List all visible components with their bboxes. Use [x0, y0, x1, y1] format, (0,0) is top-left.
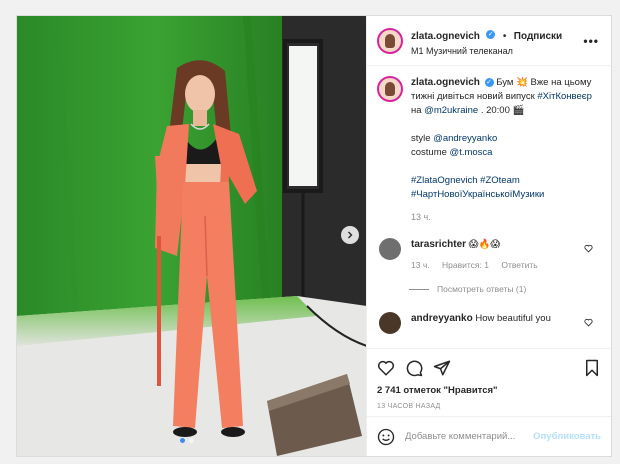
mention-link[interactable]: @m2ukraine — [424, 105, 478, 116]
publish-button[interactable]: Опубликовать — [533, 431, 601, 442]
avatar[interactable] — [379, 312, 401, 334]
post-side-panel: zlata.ognevich ✓ • Подписки M1 Музичний … — [366, 16, 611, 456]
caption-text: style — [411, 133, 431, 144]
heart-icon[interactable] — [584, 318, 593, 327]
mention-link[interactable]: @t.mosca — [450, 147, 493, 158]
view-replies-label: Посмотреть ответы (1) — [437, 284, 527, 294]
hashtag-link[interactable]: #ЧартНовоїУкраїнськоїМузики — [411, 189, 544, 200]
avatar[interactable] — [377, 27, 403, 54]
photo-scene — [17, 16, 366, 456]
caption-text: . 20:00 🎬 — [480, 105, 525, 116]
caption-text: на — [411, 105, 422, 116]
separator-dot: • — [502, 30, 507, 42]
verified-icon: ✓ — [484, 77, 494, 87]
comment-likes[interactable]: Нравится: 1 — [442, 260, 489, 270]
post-card: zlata.ognevich ✓ • Подписки M1 Музичний … — [16, 15, 612, 457]
avatar[interactable] — [377, 76, 403, 102]
reply-button[interactable]: Ответить — [501, 260, 537, 270]
comment-username[interactable]: andreyyanko — [411, 313, 473, 324]
share-icon[interactable] — [433, 359, 451, 377]
caption-username[interactable]: zlata.ognevich — [411, 77, 480, 88]
username[interactable]: zlata.ognevich — [411, 31, 480, 42]
post-photo[interactable] — [17, 16, 366, 456]
comment-username[interactable]: tarasrichter — [411, 239, 466, 250]
add-comment-bar: Опубликовать — [367, 416, 611, 456]
post-header: zlata.ognevich ✓ • Подписки M1 Музичний … — [367, 16, 611, 66]
post-time: 13 ЧАСОВ НАЗАД — [377, 403, 441, 410]
following-button[interactable]: Подписки — [514, 31, 562, 42]
comment: tarasrichter 😱🔥😱 13 ч. Нравится: 1 Ответ… — [377, 238, 601, 272]
divider — [409, 288, 429, 290]
caption: zlata.ognevich ✓ Бум 💥 Вже на цьому тижн… — [377, 76, 601, 224]
view-replies-button[interactable]: Посмотреть ответы (1) — [409, 284, 601, 294]
carousel-dots — [180, 438, 194, 443]
emoji-icon[interactable] — [377, 428, 395, 446]
bookmark-icon[interactable] — [583, 359, 601, 377]
carousel-dot — [189, 438, 194, 443]
comments-section: zlata.ognevich ✓ Бум 💥 Вже на цьому тижн… — [367, 66, 611, 348]
hashtag-link[interactable]: #ХітКонвеєр — [537, 91, 592, 102]
avatar[interactable] — [379, 238, 401, 260]
comment-text: 😱🔥😱 — [468, 239, 501, 250]
caption-time: 13 ч. — [411, 212, 431, 222]
comment: andreyyanko How beautiful you — [377, 312, 601, 334]
hashtag-link[interactable]: #ZlataOgnevich #ZOteam — [411, 175, 520, 186]
next-photo-button[interactable] — [341, 226, 359, 244]
comment-input[interactable] — [403, 430, 534, 443]
heart-icon[interactable] — [377, 359, 395, 377]
post-actions: 2 741 отметок "Нравится" 13 ЧАСОВ НАЗАД — [367, 348, 611, 416]
verified-icon: ✓ — [486, 29, 496, 39]
more-icon[interactable]: ••• — [583, 34, 599, 48]
location-link[interactable]: M1 Музичний телеканал — [411, 46, 562, 57]
mention-link[interactable]: @andreyyanko — [433, 133, 497, 144]
heart-icon[interactable] — [584, 244, 593, 253]
caption-text: costume — [411, 147, 447, 158]
comment-text: How beautiful you — [475, 313, 551, 324]
likes-count[interactable]: 2 741 отметок "Нравится" — [377, 385, 601, 396]
comment-icon[interactable] — [405, 359, 423, 377]
carousel-dot — [180, 438, 185, 443]
comment-time: 13 ч. — [411, 260, 430, 270]
chevron-right-icon — [348, 231, 353, 239]
